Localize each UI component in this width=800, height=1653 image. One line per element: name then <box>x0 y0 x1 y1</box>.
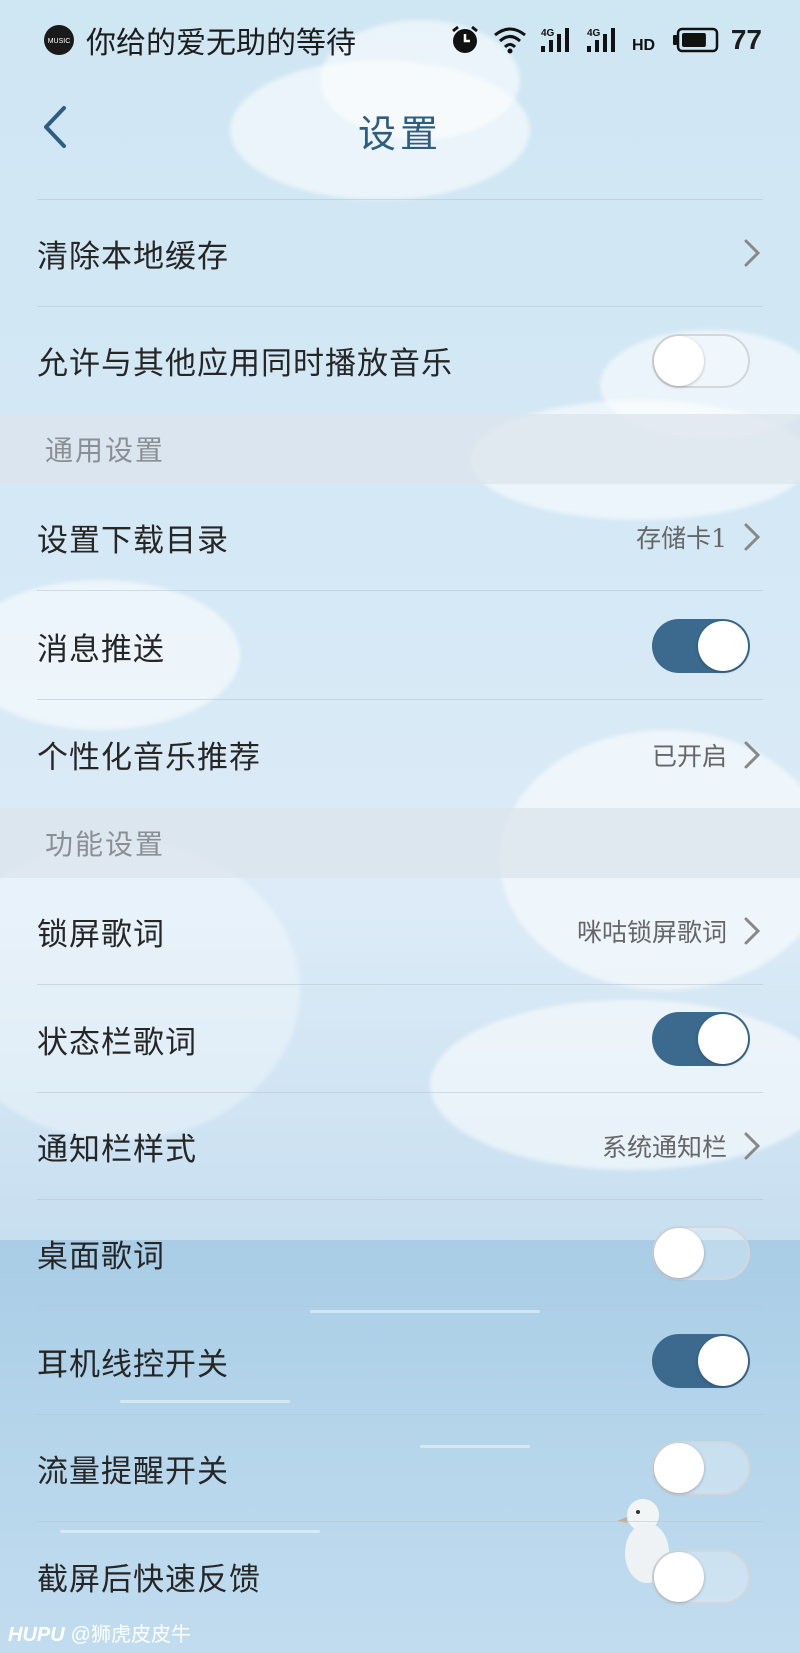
watermark: HUPU @狮虎皮皮牛 <box>8 1618 191 1647</box>
row-label: 通知栏样式 <box>37 1131 197 1168</box>
page-title: 设置 <box>357 111 442 156</box>
screenshot-feedback-toggle[interactable] <box>652 1549 750 1604</box>
partially-hidden-row <box>37 180 763 200</box>
section-title: 通用设置 <box>45 434 166 467</box>
music-app-icon: MUSIC <box>44 25 74 55</box>
battery-percentage: 77 <box>730 24 762 55</box>
battery-icon <box>672 27 719 53</box>
svg-text:MUSIC: MUSIC <box>48 38 71 45</box>
clear-cache-row[interactable]: 清除本地缓存 <box>37 200 763 307</box>
desktop-lyrics-toggle[interactable] <box>652 1226 750 1280</box>
data-reminder-row: 流量提醒开关 <box>37 1415 763 1522</box>
statusbar-lyrics-toggle[interactable] <box>652 1012 750 1066</box>
section-header-general: 通用设置 <box>0 414 800 484</box>
row-label: 消息推送 <box>37 631 165 668</box>
screenshot-feedback-row: 截屏后快速反馈 <box>37 1523 763 1630</box>
row-label: 清除本地缓存 <box>37 238 229 275</box>
desktop-lyrics-row: 桌面歌词 <box>37 1200 763 1307</box>
hd-voice-icon: HD <box>632 37 655 54</box>
section-title: 功能设置 <box>45 828 166 861</box>
watermark-author: @狮虎皮皮牛 <box>70 1624 191 1646</box>
section-header-function: 功能设置 <box>0 808 800 878</box>
wifi-icon <box>493 27 526 54</box>
alarm-icon <box>451 25 478 53</box>
chevron-right-icon <box>744 741 761 768</box>
now-playing-title: 你给的爱无助的等待 <box>86 26 356 61</box>
lockscreen-lyrics-row[interactable]: 锁屏歌词 咪咕锁屏歌词 <box>37 878 763 985</box>
mix-playback-toggle[interactable] <box>652 333 750 388</box>
push-notification-row: 消息推送 <box>37 593 763 700</box>
back-button[interactable] <box>30 92 80 162</box>
watermark-brand: HUPU <box>8 1624 65 1646</box>
notification-style-row[interactable]: 通知栏样式 系统通知栏 <box>37 1093 763 1200</box>
download-dir-row[interactable]: 设置下载目录 存储卡1 <box>37 484 763 591</box>
push-notification-toggle[interactable] <box>652 619 750 673</box>
row-label: 耳机线控开关 <box>37 1346 229 1383</box>
row-value: 已开启 <box>651 741 727 771</box>
chevron-right-icon <box>744 239 761 267</box>
row-value: 系统通知栏 <box>601 1133 727 1162</box>
row-value: 咪咕锁屏歌词 <box>576 918 727 947</box>
mix-playback-row: 允许与其他应用同时播放音乐 <box>37 307 763 414</box>
row-label: 设置下载目录 <box>37 522 229 559</box>
nav-header: 设置 <box>0 80 800 180</box>
headset-control-row: 耳机线控开关 <box>37 1308 763 1415</box>
row-label: 状态栏歌词 <box>37 1024 197 1061</box>
row-label: 截屏后快速反馈 <box>37 1562 261 1598</box>
row-label: 个性化音乐推荐 <box>37 740 261 776</box>
chevron-right-icon <box>744 1132 761 1160</box>
svg-text:HD: HD <box>632 37 655 54</box>
statusbar-lyrics-row: 状态栏歌词 <box>37 986 763 1093</box>
svg-text:4G: 4G <box>541 28 555 39</box>
chevron-right-icon <box>744 523 761 551</box>
recommendation-row[interactable]: 个性化音乐推荐 已开启 <box>37 701 763 808</box>
signal-icon-sim2: 4G <box>586 28 615 52</box>
chevron-right-icon <box>744 917 761 945</box>
chevron-left-icon <box>44 106 66 148</box>
data-reminder-toggle[interactable] <box>652 1441 750 1495</box>
row-label: 允许与其他应用同时播放音乐 <box>37 346 453 382</box>
row-label: 桌面歌词 <box>37 1238 165 1275</box>
row-label: 锁屏歌词 <box>37 916 165 953</box>
row-value: 存储卡1 <box>636 524 727 553</box>
status-bar: MUSIC 你给的爱无助的等待 4G 4G HD 77 <box>0 0 800 80</box>
svg-text:4G: 4G <box>587 28 601 39</box>
headset-control-toggle[interactable] <box>652 1334 750 1388</box>
signal-icon-sim1: 4G <box>540 28 569 52</box>
row-label: 流量提醒开关 <box>37 1453 229 1490</box>
